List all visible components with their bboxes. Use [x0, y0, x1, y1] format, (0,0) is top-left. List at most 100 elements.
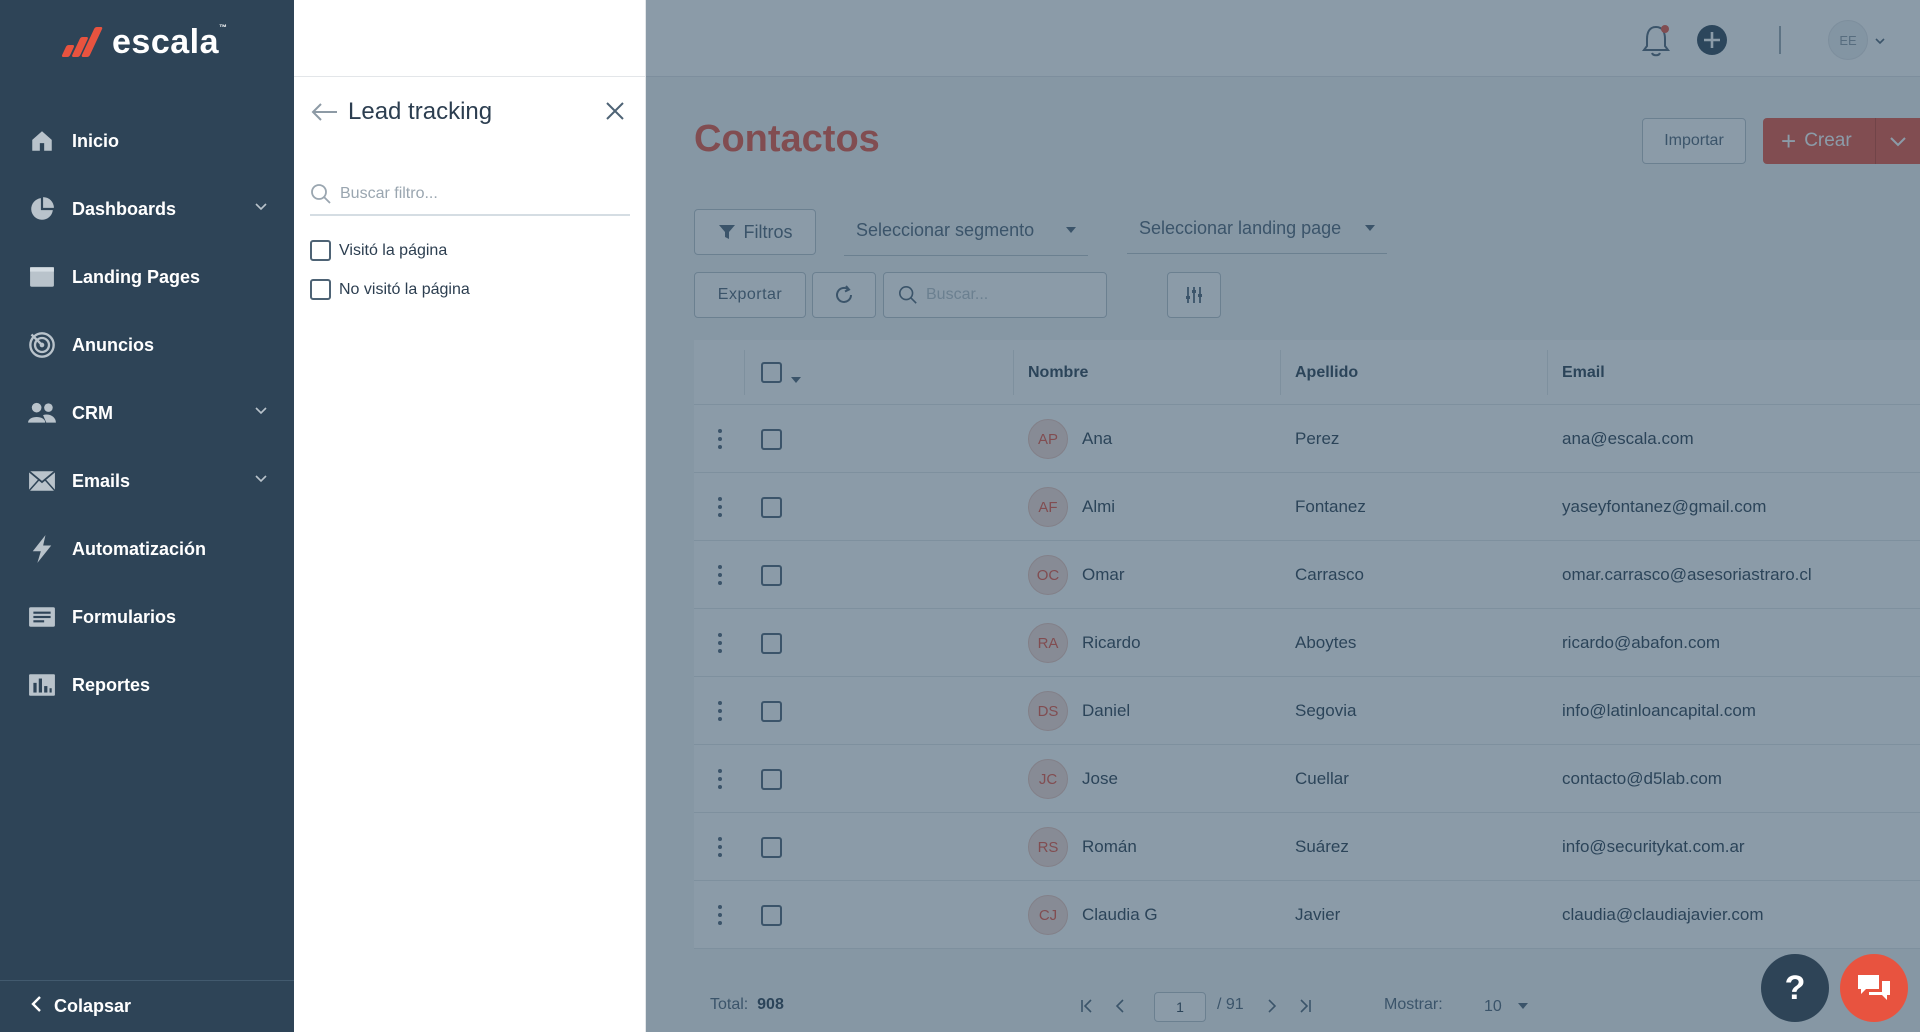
column-header-apellido[interactable]: Apellido — [1295, 340, 1358, 405]
landing-page-select-label: Seleccionar landing page — [1139, 218, 1342, 238]
create-button[interactable]: + Crear — [1763, 118, 1920, 164]
filter-search-input[interactable] — [340, 185, 610, 203]
row-checkbox[interactable] — [761, 497, 782, 518]
bell-icon[interactable] — [1640, 23, 1672, 62]
nombre-text: Almi — [1082, 497, 1116, 516]
caret-down-icon[interactable] — [791, 370, 801, 388]
caret-down-icon — [1365, 225, 1375, 231]
initials-avatar: JC — [1028, 759, 1068, 799]
row-checkbox[interactable] — [761, 769, 782, 790]
chat-bubble-icon — [1855, 972, 1893, 1004]
more-actions-icon[interactable] — [718, 429, 722, 449]
sidebar-item-dashboards[interactable]: Dashboards — [0, 175, 294, 243]
initials-avatar: DS — [1028, 691, 1068, 731]
row-checkbox[interactable] — [761, 701, 782, 722]
page-size-select[interactable]: 10 — [1484, 998, 1528, 1016]
more-actions-icon[interactable] — [718, 837, 722, 857]
help-button[interactable]: ? — [1761, 954, 1829, 1022]
sidebar-item-landing-pages[interactable]: Landing Pages — [0, 243, 294, 311]
cell-email: yaseyfontanez@gmail.com — [1562, 497, 1767, 516]
contacts-table: Nombre Apellido Email AP Ana Perez ana@es… — [694, 340, 1920, 949]
filters-button[interactable]: Filtros — [694, 209, 816, 255]
export-button[interactable]: Exportar — [694, 272, 806, 318]
nombre-text: Claudia G — [1082, 905, 1158, 924]
filter-option-label: No visitó la página — [339, 280, 470, 298]
filter-icon — [718, 223, 736, 241]
more-actions-icon[interactable] — [718, 905, 722, 925]
sidebar-item-reportes[interactable]: Reportes — [0, 651, 294, 719]
cell-apellido: Fontanez — [1295, 497, 1366, 516]
table-row[interactable]: AF Almi Fontanez yaseyfontanez@gmail.com — [694, 473, 1920, 541]
close-icon[interactable] — [604, 100, 626, 127]
back-arrow-icon[interactable] — [310, 101, 338, 123]
collapse-label: Colapsar — [54, 996, 132, 1016]
last-page-icon[interactable] — [1297, 998, 1313, 1019]
table-row[interactable]: RA Ricardo Aboytes ricardo@abafon.com — [694, 609, 1920, 677]
row-checkbox[interactable] — [761, 905, 782, 926]
import-button[interactable]: Importar — [1642, 118, 1746, 164]
sidebar-item-crm[interactable]: CRM — [0, 379, 294, 447]
table-row[interactable]: CJ Claudia G Javier claudia@claudiajavier… — [694, 881, 1920, 949]
page-number-input[interactable] — [1154, 992, 1206, 1022]
collapse-sidebar-button[interactable]: Colapsar — [0, 980, 294, 1032]
target-icon — [26, 329, 58, 361]
more-actions-icon[interactable] — [718, 701, 722, 721]
select-all-checkbox[interactable] — [761, 362, 782, 383]
user-avatar[interactable]: EE — [1828, 20, 1868, 60]
checkbox[interactable] — [310, 279, 331, 300]
sidebar-item-label: CRM — [72, 402, 113, 423]
topbar-separator — [1779, 26, 1781, 54]
sidebar-item-label: Reportes — [72, 674, 151, 695]
refresh-button[interactable] — [812, 272, 876, 318]
first-page-icon[interactable] — [1079, 998, 1095, 1019]
main-content: EE Contactos Importar + Crear Filtros Se… — [646, 0, 1920, 1032]
logo[interactable]: escala™ — [60, 22, 228, 62]
column-settings-button[interactable] — [1167, 272, 1221, 318]
sidebar-item-automatizacion[interactable]: Automatización — [0, 515, 294, 583]
chat-button[interactable] — [1840, 954, 1908, 1022]
table-row[interactable]: OC Omar Carrasco omar.carrasco@asesoriast… — [694, 541, 1920, 609]
cell-nombre: JC Jose — [1028, 745, 1118, 813]
row-checkbox[interactable] — [761, 633, 782, 654]
filter-option-no-visito[interactable]: No visitó la página — [310, 279, 470, 300]
filter-option-visito[interactable]: Visitó la página — [310, 240, 447, 261]
previous-page-icon[interactable] — [1112, 998, 1128, 1019]
landing-page-select[interactable]: Seleccionar landing page — [1127, 204, 1387, 254]
row-checkbox[interactable] — [761, 837, 782, 858]
add-circle-icon[interactable] — [1696, 24, 1728, 61]
sidebar-item-inicio[interactable]: Inicio — [0, 107, 294, 175]
nombre-text: Daniel — [1082, 701, 1131, 720]
sidebar-item-anuncios[interactable]: Anuncios — [0, 311, 294, 379]
sliders-icon — [1184, 285, 1204, 305]
cell-apellido: Carrasco — [1295, 565, 1364, 584]
cell-nombre: CJ Claudia G — [1028, 881, 1158, 949]
table-row[interactable]: DS Daniel Segovia info@latinloancapital.c… — [694, 677, 1920, 745]
panel-header: Lead tracking — [310, 98, 632, 126]
panel-topbar — [294, 0, 645, 77]
plus-icon: + — [1781, 125, 1797, 156]
more-actions-icon[interactable] — [718, 497, 722, 517]
more-actions-icon[interactable] — [718, 633, 722, 653]
column-header-nombre[interactable]: Nombre — [1028, 340, 1088, 405]
initials-avatar: AP — [1028, 419, 1068, 459]
checkbox[interactable] — [310, 240, 331, 261]
segment-select[interactable]: Seleccionar segmento — [844, 206, 1088, 256]
chevron-down-icon[interactable] — [1874, 33, 1886, 51]
sidebar-item-label: Landing Pages — [72, 266, 201, 287]
caret-down-icon — [1518, 996, 1528, 1014]
sidebar-item-emails[interactable]: Emails — [0, 447, 294, 515]
topbar: EE — [646, 0, 1920, 77]
create-dropdown-toggle[interactable] — [1875, 118, 1920, 164]
table-row[interactable]: AP Ana Perez ana@escala.com — [694, 405, 1920, 473]
column-header-email[interactable]: Email — [1562, 340, 1605, 405]
sidebar-item-formularios[interactable]: Formularios — [0, 583, 294, 651]
contacts-search-input[interactable] — [926, 286, 1096, 304]
row-checkbox[interactable] — [761, 565, 782, 586]
next-page-icon[interactable] — [1264, 998, 1280, 1019]
more-actions-icon[interactable] — [718, 565, 722, 585]
cell-apellido: Segovia — [1295, 701, 1357, 720]
row-checkbox[interactable] — [761, 429, 782, 450]
more-actions-icon[interactable] — [718, 769, 722, 789]
table-row[interactable]: RS Román Suárez info@securitykat.com.ar — [694, 813, 1920, 881]
table-row[interactable]: JC Jose Cuellar contacto@d5lab.com — [694, 745, 1920, 813]
